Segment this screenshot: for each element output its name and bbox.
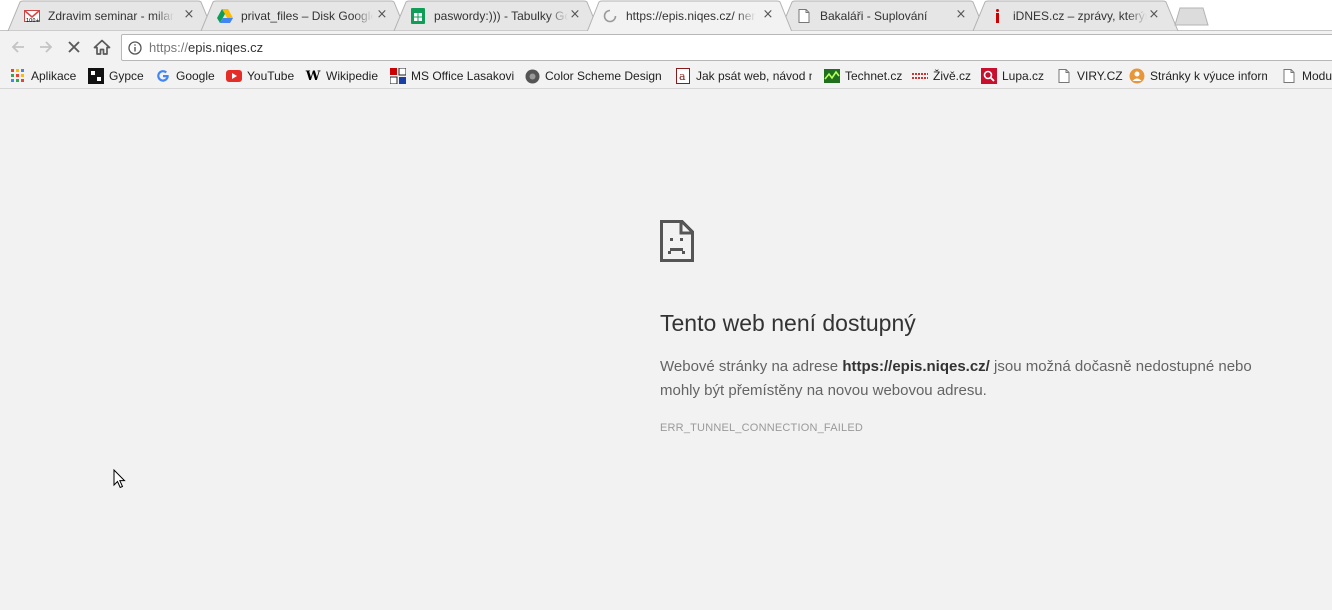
- bookmark-label: Modu: [1302, 69, 1332, 83]
- tab-gmail[interactable]: 100+ Zdravim seminar - milan: [24, 1, 204, 31]
- tab-strip: 100+ Zdravim seminar - milan × privat_fi…: [0, 0, 1332, 31]
- vyuka-icon: [1129, 68, 1145, 84]
- back-button[interactable]: [7, 37, 29, 57]
- forward-arrow-icon: [40, 41, 53, 53]
- bookmark-viry[interactable]: VIRY.CZ: [1056, 67, 1123, 85]
- bookmark-gypce[interactable]: Gypce: [88, 67, 144, 85]
- mouse-cursor-icon: [113, 468, 127, 489]
- tab-close-icon[interactable]: ×: [1147, 8, 1161, 22]
- color-scheme-icon: [524, 68, 540, 84]
- loading-spinner-icon: [602, 8, 618, 24]
- url-scheme: https://: [149, 40, 189, 55]
- sad-page-icon: [660, 220, 694, 262]
- tab-title: Zdravim seminar - milan: [48, 9, 174, 23]
- tab-active-epis[interactable]: https://epis.niqes.cz/ nen: [602, 1, 782, 31]
- error-desc-before: Webové stránky na adrese: [660, 358, 843, 375]
- stop-icon: [68, 41, 80, 53]
- bookmark-wikipedie[interactable]: W Wikipedie: [305, 67, 378, 85]
- bookmark-ms-office[interactable]: MS Office Lasakovi: [390, 67, 514, 85]
- bookmark-aplikace[interactable]: Aplikace: [10, 67, 76, 85]
- tab-title: https://epis.niqes.cz/ nen: [626, 9, 756, 23]
- new-tab-button[interactable]: [1174, 7, 1209, 26]
- bookmark-lupa[interactable]: Lupa.cz: [981, 67, 1044, 85]
- bookmark-label: Aplikace: [31, 69, 77, 83]
- bookmarks-bar: Aplikace Gypce Google YouTube W Wikipedi…: [0, 63, 1332, 89]
- tab-sheets[interactable]: paswordy:))) - Tabulky Go: [410, 1, 590, 31]
- gmail-icon: 100+: [24, 8, 40, 24]
- tab-close-icon[interactable]: ×: [954, 8, 968, 22]
- bookmark-google[interactable]: Google: [155, 67, 215, 85]
- google-icon: [155, 68, 171, 84]
- bookmark-label: VIRY.CZ: [1077, 69, 1123, 83]
- home-button[interactable]: [91, 37, 113, 57]
- bookmark-stranky-vyuka[interactable]: Stránky k výuce inform: [1129, 67, 1267, 85]
- tab-idnes[interactable]: iDNES.cz – zprávy, kterým: [989, 1, 1169, 31]
- bookmark-label: Gypce: [109, 69, 144, 83]
- bookmark-youtube[interactable]: YouTube: [226, 67, 294, 85]
- bookmark-label: Color Scheme Designe: [545, 69, 662, 83]
- address-bar[interactable]: https://epis.niqes.cz: [121, 34, 1332, 61]
- bookmark-label: Stránky k výuce inform: [1150, 69, 1267, 83]
- tab-close-icon[interactable]: ×: [182, 8, 196, 22]
- tab-title: paswordy:))) - Tabulky Go: [434, 9, 568, 23]
- apps-grid-icon: [10, 68, 26, 84]
- toolbar: https://epis.niqes.cz: [0, 31, 1332, 63]
- page-icon: [1281, 68, 1297, 84]
- error-description: Webové stránky na adrese https://epis.ni…: [660, 355, 1280, 403]
- bookmark-color-scheme[interactable]: Color Scheme Designe: [524, 67, 662, 85]
- error-page: Tento web není dostupný Webové stránky n…: [0, 90, 1332, 610]
- bookmark-label: Wikipedie: [326, 69, 379, 83]
- svg-text:a: a: [679, 70, 686, 83]
- google-sheets-icon: [410, 8, 426, 24]
- ms-office-icon: [390, 68, 406, 84]
- bookmark-zive[interactable]: Živě.cz: [912, 67, 971, 85]
- tab-title: iDNES.cz – zprávy, kterým: [1013, 9, 1147, 23]
- tab-bakalari[interactable]: Bakaláři - Suplování: [796, 1, 976, 31]
- zive-icon: [912, 68, 928, 84]
- bookmark-label: MS Office Lasakovi: [411, 69, 515, 83]
- stop-button[interactable]: [63, 37, 85, 57]
- bookmark-label: Google: [176, 69, 215, 83]
- bookmark-label: Jak psát web, návod n: [696, 69, 812, 83]
- bookmark-technet[interactable]: Technet.cz: [824, 67, 902, 85]
- bookmark-jak-psat-web[interactable]: a Jak psát web, návod n: [675, 67, 812, 85]
- error-code: ERR_TUNNEL_CONNECTION_FAILED: [660, 422, 864, 434]
- gypce-icon: [88, 68, 104, 84]
- url-text: https://epis.niqes.cz: [149, 40, 263, 55]
- tab-close-icon[interactable]: ×: [761, 8, 775, 22]
- page-icon: [1056, 68, 1072, 84]
- error-title: Tento web není dostupný: [660, 310, 916, 336]
- svg-text:100+: 100+: [26, 18, 40, 23]
- jak-psat-web-icon: a: [675, 68, 691, 84]
- tab-title: privat_files – Disk Google: [241, 9, 373, 23]
- home-icon: [93, 39, 111, 55]
- google-drive-icon: [217, 8, 233, 24]
- back-arrow-icon: [11, 41, 24, 53]
- url-host: epis.niqes.cz: [188, 40, 264, 55]
- page-icon: [796, 8, 812, 24]
- error-desc-url: https://epis.niqes.cz/: [842, 358, 990, 375]
- bookmark-label: Lupa.cz: [1002, 69, 1045, 83]
- tab-close-icon[interactable]: ×: [375, 8, 389, 22]
- wikipedia-icon: W: [305, 68, 321, 84]
- tab-drive[interactable]: privat_files – Disk Google: [217, 1, 397, 31]
- bookmark-label: Technet.cz: [845, 69, 903, 83]
- lupa-icon: [981, 68, 997, 84]
- bookmark-label: Živě.cz: [933, 69, 972, 83]
- idnes-icon: [989, 8, 1005, 24]
- youtube-icon: [226, 68, 242, 84]
- info-icon[interactable]: [128, 41, 142, 55]
- bookmark-label: YouTube: [247, 69, 295, 83]
- tab-title: Bakaláři - Suplování: [820, 9, 928, 23]
- forward-button[interactable]: [35, 37, 57, 57]
- bookmark-modu[interactable]: Modu: [1281, 67, 1332, 85]
- tab-close-icon[interactable]: ×: [568, 8, 582, 22]
- technet-icon: [824, 68, 840, 84]
